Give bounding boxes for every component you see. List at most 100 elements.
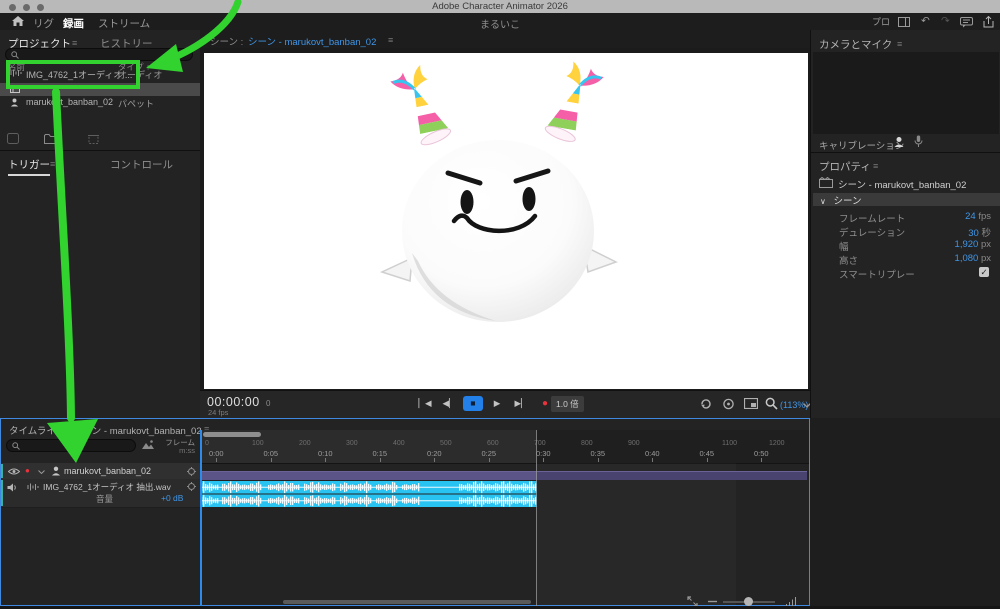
timeline-panel-title: タイムライン : シーン - marukovt_banban_02 (9, 423, 202, 437)
live-output-icon[interactable] (722, 398, 735, 410)
scene-tab[interactable]: シーン - marukovt_banban_02 (248, 34, 376, 48)
puppet-track-header[interactable]: ● marukovt_banban_02 (1, 463, 201, 480)
app-header: リグ 録画 ストリーム まるいこ プロ ↶ ↷ (0, 13, 1000, 31)
project-item-scene[interactable] (0, 83, 200, 96)
property-value[interactable]: 1,920 px (955, 239, 991, 250)
new-folder-icon[interactable] (44, 133, 58, 144)
arm-record-icon[interactable]: ● (25, 466, 30, 475)
tab-controls[interactable]: コントロール (110, 157, 173, 172)
puppet-track-bar[interactable] (201, 471, 807, 480)
ruler-time-label: 0:05 (264, 449, 279, 458)
project-search-input[interactable] (5, 48, 193, 61)
timeline-hscrollbar[interactable] (283, 600, 531, 604)
property-value[interactable]: 24 fps (965, 211, 991, 222)
timeline-ruler[interactable]: 0100200300400500600700800900110012000:00… (201, 430, 809, 464)
property-value[interactable]: 30 秒 (968, 225, 991, 239)
audio-track-name[interactable]: IMG_4762_1オーディオ 抽出.wav (43, 481, 171, 493)
property-value[interactable]: 1,080 px (955, 253, 991, 264)
app-window: Adobe Character Animator 2026 リグ 録画 ストリー… (0, 0, 1000, 609)
loop-icon[interactable] (700, 398, 712, 410)
tab-stream[interactable]: ストリーム (98, 16, 150, 31)
camera-preview (813, 52, 999, 134)
ruler-frame-label: 0 (205, 440, 209, 447)
right-panel-stack: カメラとマイク ≡ キャリブレーション プロパティ ≡ シーン - maruko… (810, 30, 1000, 418)
ruler-frame-label: 1200 (769, 440, 785, 447)
track-target-icon[interactable] (187, 482, 196, 491)
camera-mic-menu-icon[interactable]: ≡ (897, 39, 902, 49)
scene-canvas[interactable] (204, 53, 808, 389)
share-icon[interactable] (983, 16, 994, 28)
delete-item-icon[interactable] (88, 133, 99, 144)
audio-waveform-icon (27, 483, 39, 491)
go-to-start-button[interactable]: ▏◀ (415, 396, 435, 411)
camera-track-icon[interactable] (893, 136, 905, 148)
properties-menu-icon[interactable]: ≡ (873, 161, 878, 171)
scene-panel-menu-icon[interactable]: ≡ (388, 35, 393, 45)
properties-panel: プロパティ ≡ シーン - marukovt_banban_02 ∨ シーン フ… (811, 152, 1000, 419)
mss-display-label[interactable]: m:ss (151, 446, 195, 455)
chevron-down-icon[interactable] (38, 470, 45, 474)
eye-icon[interactable] (8, 468, 20, 475)
next-frame-button[interactable]: ▶▏ (511, 396, 531, 411)
audio-track-header[interactable]: IMG_4762_1オーディオ 抽出.wav 音量 +0 dB (1, 479, 201, 508)
properties-item-title: シーン - marukovt_banban_02 (838, 177, 966, 191)
ruler-time-label: 0:25 (482, 449, 497, 458)
workspace-icon[interactable] (898, 17, 910, 27)
redo-icon[interactable]: ↷ (941, 15, 950, 27)
project-panel: プロジェクト ≡ ヒストリー 名前 タイプ ↑ IMG_4762_1オーディオ … (0, 30, 201, 418)
scene-properties-list: フレームレート24 fpsデュレーション30 秒幅1,920 px高さ1,080… (811, 211, 1000, 301)
property-row-1: デュレーション 30 秒 (811, 225, 1000, 239)
speaker-icon[interactable] (7, 483, 18, 492)
volume-value[interactable]: +0 dB (161, 493, 183, 503)
scene-end-line (536, 430, 537, 609)
ruler-frame-label: 1100 (722, 440, 737, 447)
audio-clip-waveform[interactable] (201, 481, 809, 507)
ruler-frame-label: 600 (487, 440, 499, 447)
track-target-icon[interactable] (187, 467, 196, 476)
project-item-list: IMG_4762_1オーディオ ...オーディオ marukovt_banban_… (0, 67, 200, 145)
zoom-magnifier-icon[interactable] (765, 397, 778, 410)
ruler-time-label: 0:00 (209, 449, 224, 458)
project-item-audio-waveform[interactable]: IMG_4762_1オーディオ ...オーディオ (0, 67, 200, 80)
ruler-time-label: 0:10 (318, 449, 333, 458)
tab-record[interactable]: 録画 (63, 16, 84, 31)
ruler-time-label: 0:40 (645, 449, 660, 458)
ruler-frame-label: 900 (628, 440, 640, 447)
timecode[interactable]: 00:00:00 (207, 395, 260, 409)
microphone-icon[interactable] (914, 135, 923, 148)
scene-item-icon (819, 177, 833, 188)
previous-frame-button[interactable]: ◀▏ (439, 396, 459, 411)
playback-speed[interactable]: 1.0 倍 (551, 396, 584, 412)
picture-in-picture-icon[interactable] (744, 398, 758, 409)
search-icon (11, 51, 19, 59)
puppet-character (204, 53, 808, 389)
timeline-zoom-slider-knob[interactable] (744, 597, 753, 606)
property-row-4: スマートリプレー✓ (811, 267, 1000, 281)
undo-icon[interactable]: ↶ (921, 15, 930, 27)
timeline-search-input[interactable] (6, 439, 136, 452)
scene-section-header[interactable]: ∨ シーン (813, 193, 1000, 206)
left-party-hat (379, 54, 478, 157)
scene-viewer (200, 48, 810, 390)
tab-rig[interactable]: リグ (33, 16, 54, 31)
triggers-panel-menu-icon[interactable]: ≡ (50, 159, 55, 169)
playhead[interactable] (200, 430, 202, 609)
left-fin (382, 258, 412, 281)
project-panel-menu-icon[interactable]: ≡ (72, 38, 77, 48)
smart-replay-checkbox[interactable]: ✓ (979, 267, 989, 277)
pro-mode-button[interactable]: プロ (872, 15, 890, 28)
stop-button[interactable]: ■ (463, 396, 483, 411)
ruler-frame-label: 100 (252, 440, 264, 447)
new-item-icon[interactable] (7, 133, 19, 144)
project-item-puppet[interactable]: marukovt_banban_02パペット (0, 96, 200, 109)
search-icon (12, 442, 20, 450)
play-button[interactable]: ▶ (487, 396, 507, 411)
window-titlebar: Adobe Character Animator 2026 (0, 0, 1000, 13)
feedback-icon[interactable] (960, 17, 973, 28)
ruler-time-label: 0:45 (700, 449, 715, 458)
puppet-track-name[interactable]: marukovt_banban_02 (64, 466, 151, 476)
tab-triggers[interactable]: トリガー (8, 157, 50, 176)
timeline-panel: タイムライン : シーン - marukovt_banban_02 ≡ フレーム… (0, 418, 810, 606)
property-label: デュレーション (839, 225, 905, 239)
home-icon[interactable] (12, 16, 24, 27)
